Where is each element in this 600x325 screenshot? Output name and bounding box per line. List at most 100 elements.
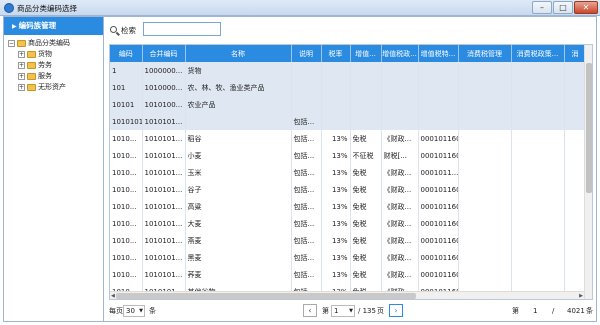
scroll-left-icon[interactable]: ◀ — [111, 292, 115, 299]
table-row[interactable]: 1 1000000... 货物 — [110, 62, 587, 79]
table-cell: 1010100... — [142, 96, 186, 113]
table-cell — [564, 147, 587, 164]
table-cell: 0001011606 — [418, 249, 459, 266]
table-cell: 1010101... — [142, 266, 186, 283]
category-tree: − 商品分类编码 + 货物 + 劳务 + 服务 + 无形资产 — [4, 35, 103, 96]
table-cell: 1010... — [110, 198, 143, 215]
table-cell: 1010... — [110, 164, 143, 181]
table-cell — [564, 232, 587, 249]
table-cell: 13% — [321, 249, 351, 266]
horizontal-scroll-thumb[interactable] — [116, 293, 416, 299]
expand-icon[interactable]: + — [18, 72, 25, 80]
summary-suffix: 条 — [586, 307, 593, 315]
next-page-button[interactable]: › — [389, 304, 403, 317]
table-cell: 101 — [110, 79, 143, 96]
folder-icon — [17, 39, 26, 47]
table-cell — [564, 130, 587, 147]
table-cell — [564, 266, 587, 283]
table-cell — [458, 198, 512, 215]
table-cell: 包括... — [291, 249, 322, 266]
table-header-row: 编码 合并编码 名称 说明 税率 增值... 增值税政... 增值税特... 消费税管理 消费税政… — [110, 45, 587, 62]
minimize-button[interactable]: – — [532, 1, 552, 14]
column-header[interactable]: 消费税政策... — [511, 45, 565, 62]
table-row[interactable]: 1010... 1010101... 大麦 包括... 13% 免税 《财政... 00010… — [110, 215, 587, 232]
column-header[interactable]: 说明 — [291, 45, 322, 62]
table-cell: 10101 — [110, 96, 143, 113]
table-cell: 黑麦 — [185, 249, 292, 266]
search-input[interactable] — [143, 22, 221, 36]
tree-node[interactable]: − 商品分类编码 — [8, 38, 99, 49]
column-header[interactable]: 增值税特... — [418, 45, 459, 62]
table-cell: 1010000... — [142, 79, 186, 96]
table-cell — [564, 198, 587, 215]
table-cell: 农、林、牧、渔业类产品 — [185, 79, 292, 96]
table-row[interactable]: 1010... 1010101... 燕麦 包括... 13% 免税 《财政... 00010… — [110, 232, 587, 249]
table-cell: 大麦 — [185, 215, 292, 232]
tree-node[interactable]: + 劳务 — [8, 60, 99, 71]
table-row[interactable]: 1010... 1010101... 小麦 包括... 13% 不征税 财税[... 0001… — [110, 147, 587, 164]
vertical-scrollbar[interactable] — [584, 45, 592, 299]
tree-node[interactable]: + 货物 — [8, 49, 99, 60]
prev-page-button[interactable]: ‹ — [303, 304, 317, 317]
table-cell — [418, 96, 459, 113]
table-cell — [511, 266, 565, 283]
table-cell: 0001011606 — [418, 198, 459, 215]
table-row[interactable]: 10101 1010100... 农业产品 — [110, 96, 587, 113]
column-header[interactable]: 增值... — [350, 45, 382, 62]
column-header[interactable]: 合并编码 — [142, 45, 186, 62]
expand-icon[interactable]: + — [18, 50, 25, 58]
table-cell — [511, 215, 565, 232]
table-row[interactable]: 1010... 1010101... 谷子 包括... 13% 免税 《财政... 00010… — [110, 181, 587, 198]
column-header[interactable]: 税率 — [321, 45, 351, 62]
expand-icon[interactable]: + — [18, 61, 25, 69]
table-cell: 农业产品 — [185, 96, 292, 113]
table-cell: 燕麦 — [185, 232, 292, 249]
table-row[interactable]: 1010... 1010101... 玉米 包括... 13% 免税 《财政... 00010… — [110, 164, 587, 181]
table-row[interactable]: 1010101 1010101... 包括... — [110, 113, 587, 130]
table-cell: 0001011606 — [418, 181, 459, 198]
table-row[interactable]: 101 1010000... 农、林、牧、渔业类产品 — [110, 79, 587, 96]
tree-node[interactable]: + 服务 — [8, 71, 99, 82]
table-cell: 0001011606 — [418, 232, 459, 249]
summary-separator: / — [552, 307, 555, 315]
horizontal-scrollbar[interactable]: ◀ ▶ — [110, 291, 584, 299]
table-cell — [511, 232, 565, 249]
table-cell — [458, 130, 512, 147]
column-header[interactable]: 消费税管理 — [458, 45, 512, 62]
page-size-select[interactable]: 30 ▼ — [123, 305, 145, 317]
table-cell — [381, 96, 419, 113]
table-cell — [511, 62, 565, 79]
table-cell: 13% — [321, 130, 351, 147]
per-page-unit: 条 — [149, 307, 156, 315]
table-cell — [458, 181, 512, 198]
table-row[interactable]: 1010... 1010101... 黑麦 包括... 13% 免税 《财政... 00010… — [110, 249, 587, 266]
table-cell — [418, 79, 459, 96]
table-cell — [458, 96, 512, 113]
close-button[interactable]: ✕ — [574, 1, 598, 14]
column-header[interactable]: 增值税政... — [381, 45, 419, 62]
collapse-icon[interactable]: − — [8, 39, 15, 47]
table-cell — [321, 62, 351, 79]
column-header[interactable]: 名称 — [185, 45, 292, 62]
vertical-scroll-thumb[interactable] — [586, 63, 592, 193]
column-header[interactable]: 编码 — [110, 45, 143, 62]
dropdown-arrow-icon: ▼ — [139, 308, 143, 314]
maximize-button[interactable]: □ — [553, 1, 573, 14]
table-row[interactable]: 1010... 1010101... 稻谷 包括... 13% 免税 《财政... 00010… — [110, 130, 587, 147]
table-cell: 0001011606 — [418, 215, 459, 232]
table-cell: 1010101... — [142, 113, 186, 130]
page-number-select[interactable]: 1 ▼ — [331, 305, 355, 317]
table-cell: 1010101... — [142, 164, 186, 181]
tree-node-label: 货物 — [38, 50, 52, 58]
table-row[interactable]: 1010... 1010101... 荞麦 包括... 13% 免税 《财政... 00010… — [110, 266, 587, 283]
table-cell — [458, 266, 512, 283]
table-cell — [381, 79, 419, 96]
code-table: 编码 合并编码 名称 说明 税率 增值... 增值税政... 增值税特... 消费税管理 消费税政… — [109, 44, 593, 300]
column-header[interactable]: 消 — [564, 45, 587, 62]
table-cell: 荞麦 — [185, 266, 292, 283]
table-row[interactable]: 1010... 1010101... 高粱 包括... 13% 免税 《财政... 00010… — [110, 198, 587, 215]
table-cell: 免税 — [350, 164, 382, 181]
expand-icon[interactable]: + — [18, 83, 25, 91]
tree-node[interactable]: + 无形资产 — [8, 82, 99, 93]
scroll-right-icon[interactable]: ▶ — [579, 292, 583, 299]
